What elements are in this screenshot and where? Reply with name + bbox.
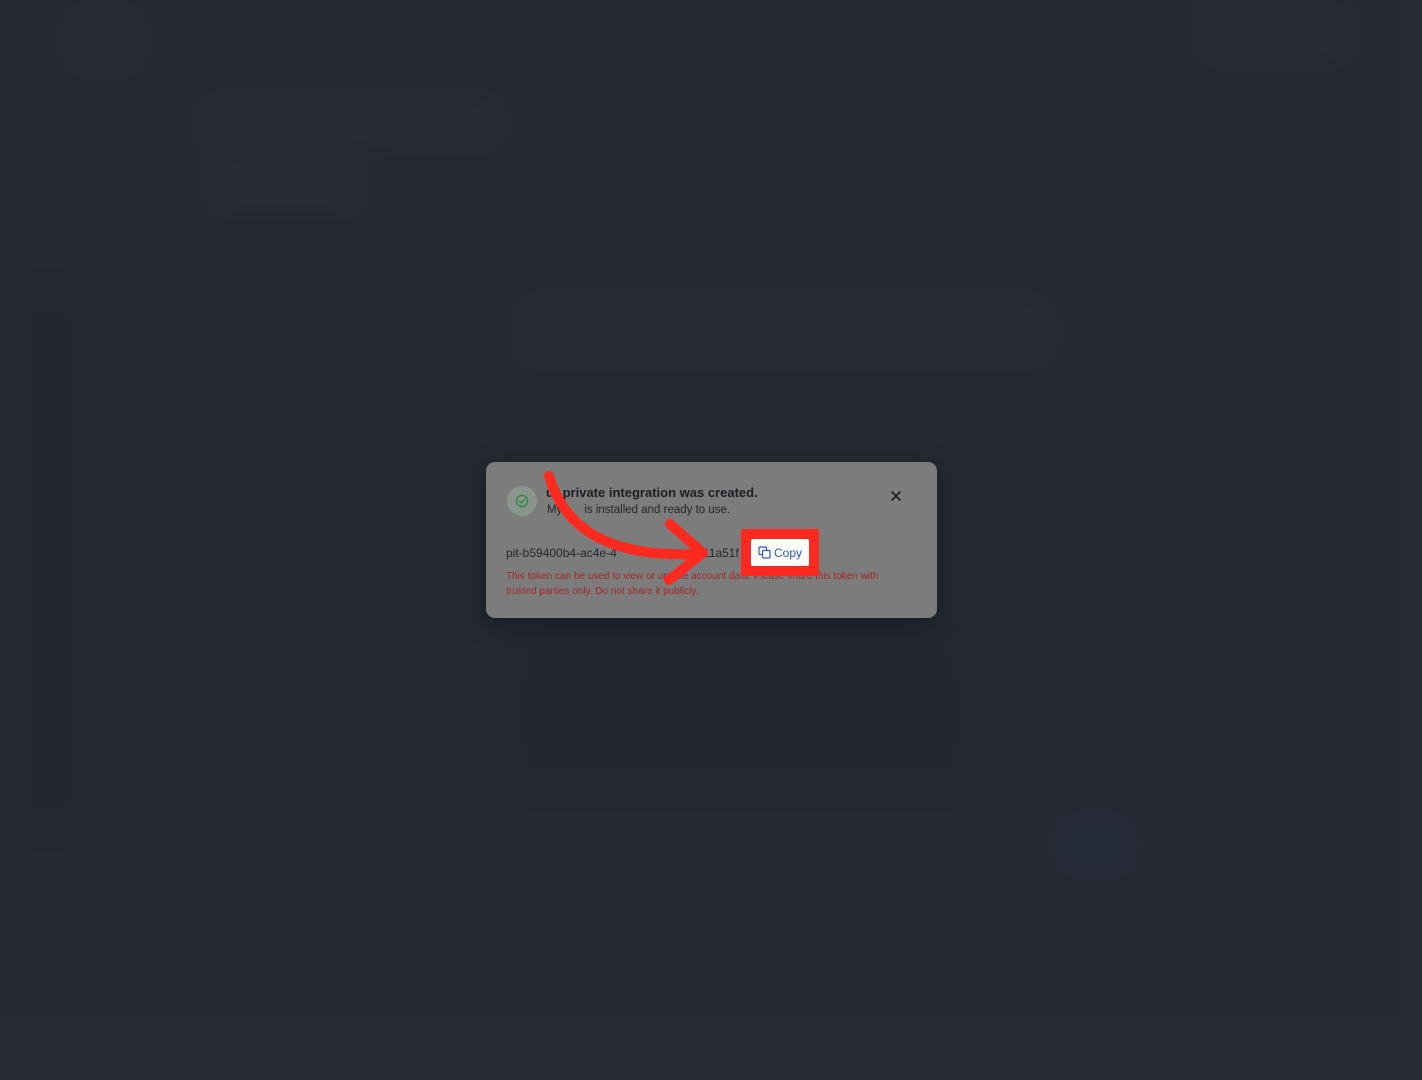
token-value: pit-b59400b4-ac4e-4 11a51f xyxy=(506,546,739,560)
copy-icon xyxy=(758,546,771,559)
copy-button-label: Copy xyxy=(773,545,802,560)
close-button[interactable] xyxy=(886,486,906,506)
token-end: 11a51f xyxy=(703,546,739,560)
check-circle-icon xyxy=(507,486,537,516)
modal-subtitle: My is installed and ready to use. xyxy=(547,504,730,516)
close-icon xyxy=(891,491,901,501)
integration-created-modal: ur private integration was created. My is… xyxy=(486,462,937,618)
modal-title: ur private integration was created. xyxy=(546,485,758,500)
copy-button[interactable]: Copy xyxy=(751,539,809,566)
subtitle-left: My xyxy=(547,504,563,516)
token-start: pit-b59400b4-ac4e-4 xyxy=(506,546,617,560)
subtitle-right: is installed and ready to use. xyxy=(584,504,731,516)
token-warning: This token can be used to view or update… xyxy=(506,571,879,597)
